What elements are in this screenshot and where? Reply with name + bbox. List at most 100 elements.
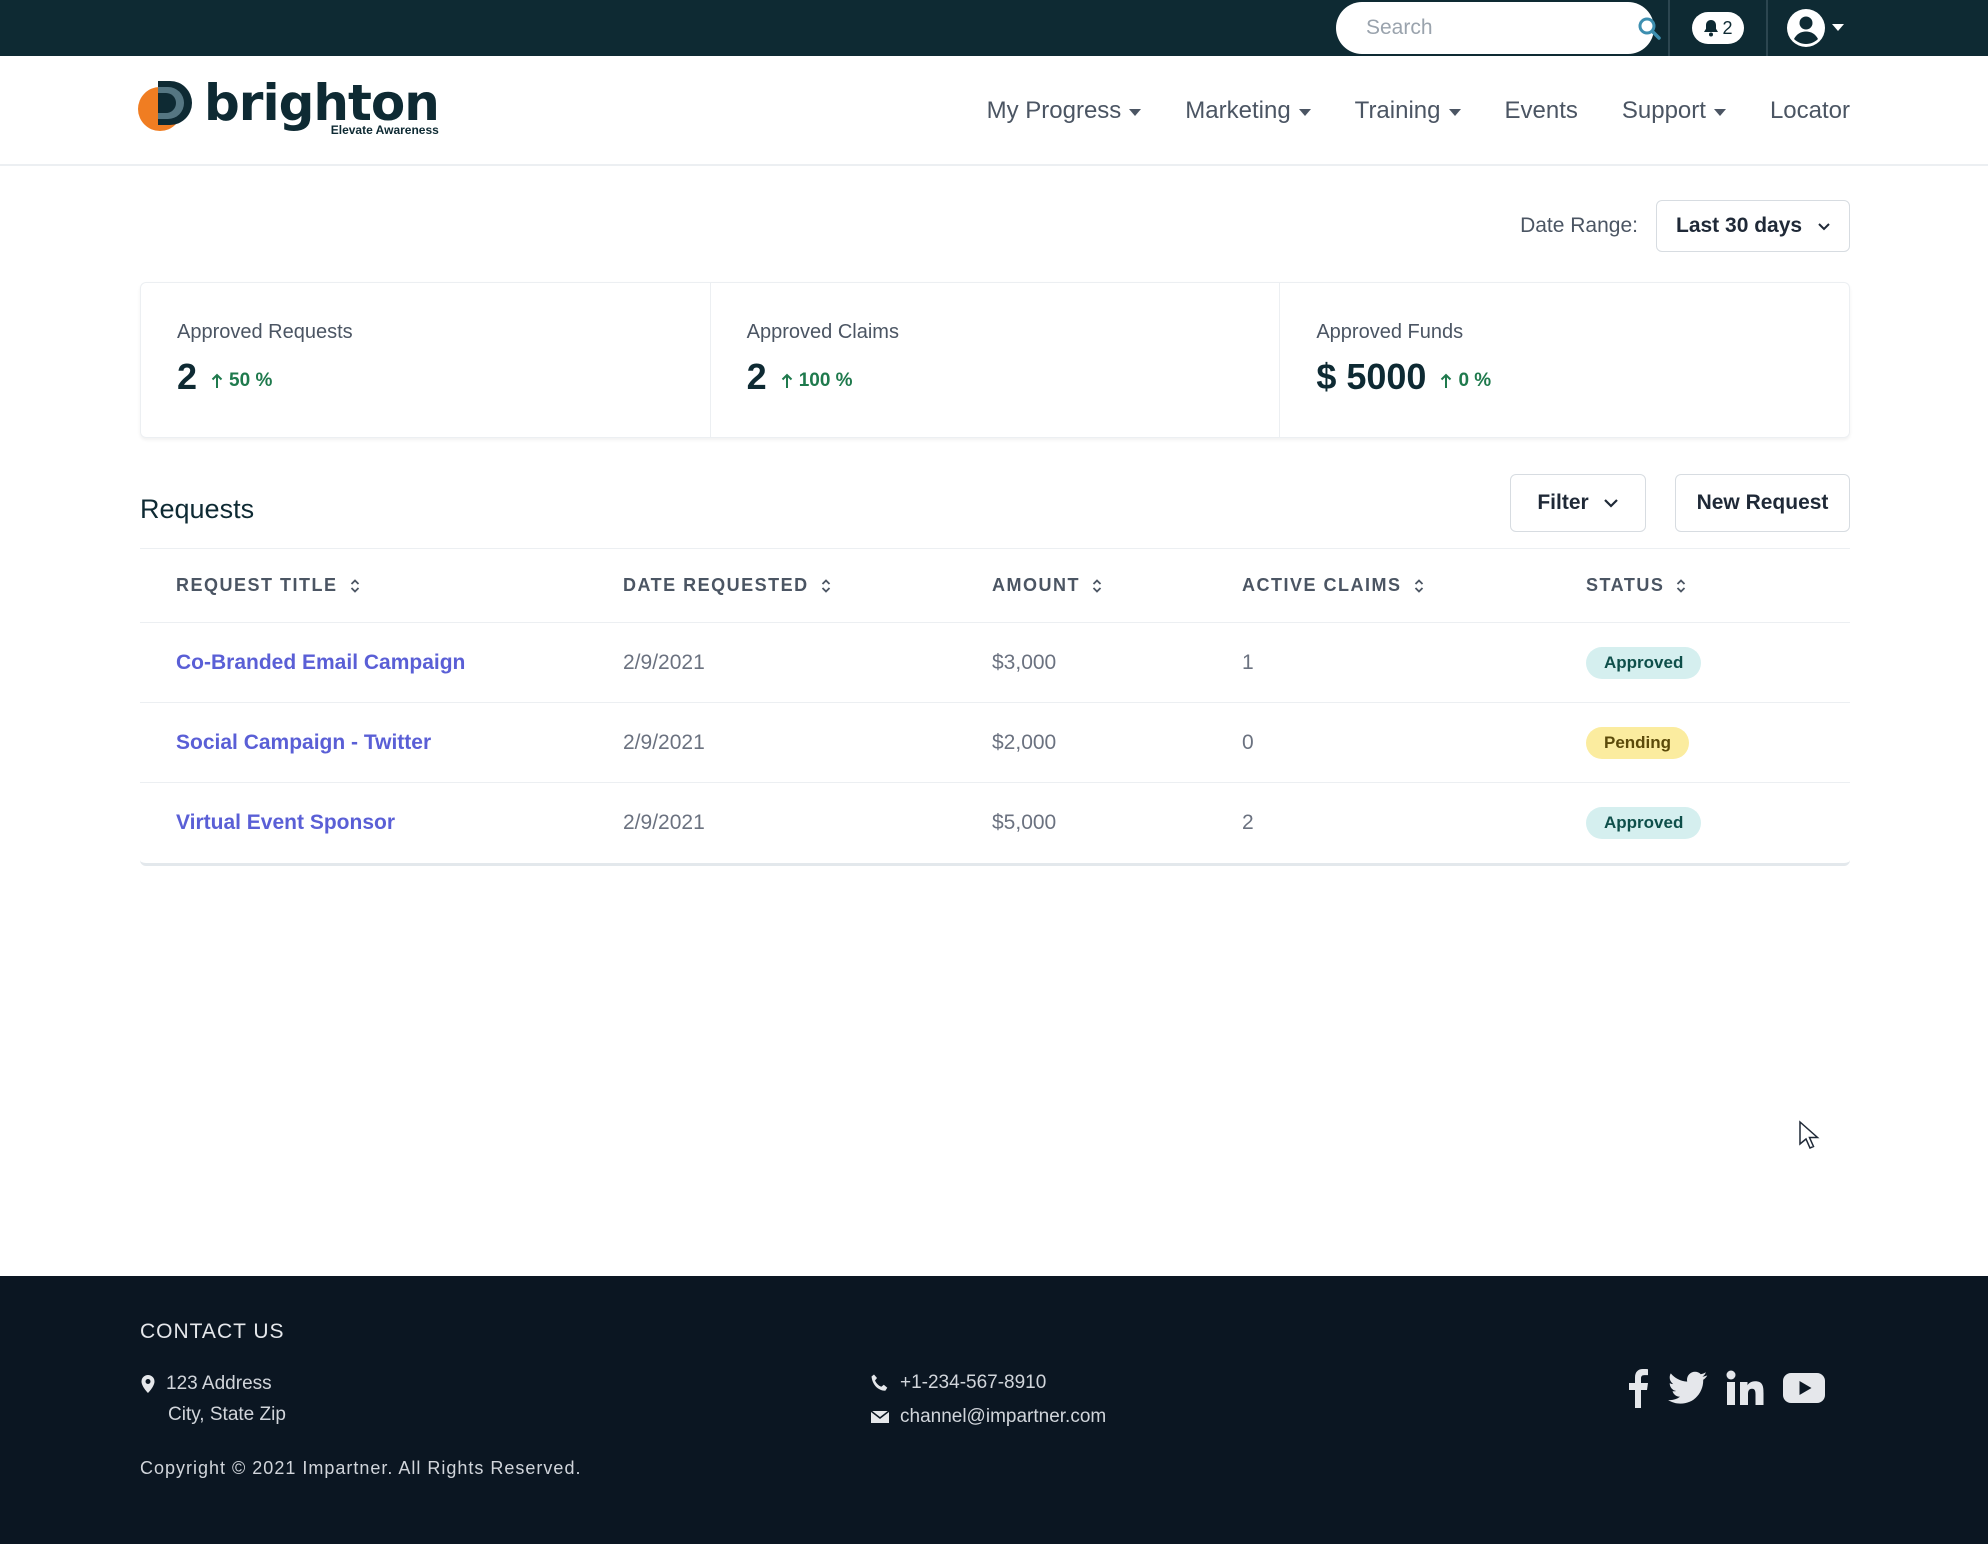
address-line2: City, State Zip: [168, 1404, 286, 1425]
linkedin-icon[interactable]: [1726, 1370, 1764, 1406]
table-row: Social Campaign - Twitter 2/9/2021 $2,00…: [140, 703, 1850, 783]
stat-label: Approved Funds: [1316, 321, 1464, 343]
stats-panel: Approved Requests 2 50 % Approved Claims…: [140, 282, 1850, 438]
nav-my-progress[interactable]: My Progress: [987, 97, 1142, 125]
date-requested: 2/9/2021: [623, 650, 705, 674]
caret-down-icon: [1448, 108, 1461, 116]
status-badge: Approved: [1586, 807, 1702, 839]
nav-label: Training: [1354, 97, 1441, 124]
envelope-icon: [870, 1410, 890, 1423]
address-line1: 123 Address: [166, 1373, 272, 1394]
brighton-logo-mark: [138, 81, 192, 131]
topbar-divider: [1766, 0, 1768, 56]
requests-table: REQUEST TITLE DATE REQUESTED AMOUNT ACTI…: [140, 548, 1850, 866]
stat-label: Approved Claims: [746, 321, 899, 343]
youtube-icon[interactable]: [1782, 1372, 1826, 1404]
nav-locator[interactable]: Locator: [1770, 97, 1850, 125]
caret-down-icon: [1129, 108, 1142, 116]
caret-down-icon: [1298, 108, 1311, 116]
column-label: REQUEST TITLE: [176, 575, 338, 595]
nav-label: Support: [1621, 97, 1706, 124]
logo-wordmark: brighton Elevate Awareness: [204, 74, 440, 137]
stat-change: 0 %: [1440, 370, 1491, 392]
new-request-label: New Request: [1696, 491, 1829, 514]
stat-label: Approved Requests: [177, 321, 353, 343]
active-claims: 2: [1242, 811, 1254, 834]
stat-value: 2: [177, 356, 198, 397]
filter-button[interactable]: Filter: [1510, 474, 1646, 532]
copyright: Copyright © 2021 Impartner. All Rights R…: [140, 1458, 582, 1478]
stat-approved-claims: Approved Claims 2 100 %: [711, 283, 1281, 437]
twitter-icon[interactable]: [1668, 1371, 1708, 1405]
address-block: 123 Address City, State Zip: [140, 1368, 286, 1430]
amount: $3,000: [992, 650, 1057, 674]
stat-change-value: 100 %: [798, 370, 853, 391]
amount: $2,000: [992, 730, 1057, 754]
chevron-down-icon: [1832, 24, 1844, 31]
column-request-title[interactable]: REQUEST TITLE: [140, 575, 623, 596]
request-title-link[interactable]: Social Campaign - Twitter: [176, 731, 431, 754]
status-badge: Approved: [1586, 646, 1702, 679]
search-box[interactable]: [1336, 2, 1661, 54]
user-menu[interactable]: [1786, 8, 1844, 48]
request-title-link[interactable]: Co-Branded Email Campaign: [176, 651, 465, 674]
nav-label: Locator: [1769, 97, 1850, 124]
table-row: Co-Branded Email Campaign 2/9/2021 $3,00…: [140, 623, 1850, 703]
site-header: brighton Elevate Awareness My Progress M…: [0, 56, 1988, 166]
column-active-claims[interactable]: ACTIVE CLAIMS: [1242, 575, 1586, 596]
notifications-button[interactable]: 2: [1692, 12, 1744, 44]
chevron-down-icon: [1818, 222, 1830, 230]
site-footer: CONTACT US 123 Address City, State Zip +…: [0, 1276, 1988, 1544]
caret-down-icon: [1713, 108, 1726, 116]
search-icon[interactable]: [1637, 15, 1661, 41]
bell-icon: [1704, 20, 1719, 37]
sort-icon: [1092, 578, 1102, 593]
notification-count: 2: [1722, 17, 1733, 38]
nav-label: Events: [1504, 97, 1578, 124]
stat-change-value: 0 %: [1458, 370, 1492, 391]
column-label: DATE REQUESTED: [623, 575, 809, 595]
table-row: Virtual Event Sponsor 2/9/2021 $5,000 2 …: [140, 783, 1850, 863]
active-claims: 0: [1242, 730, 1254, 754]
topbar-divider: [1668, 0, 1670, 56]
new-request-button[interactable]: New Request: [1675, 474, 1850, 532]
logo-tagline: Elevate Awareness: [330, 123, 439, 137]
date-range-label: Date Range:: [1520, 214, 1638, 237]
sort-icon: [350, 578, 359, 593]
contact-block: +1-234-567-8910 channel@impartner.com: [870, 1366, 1106, 1434]
stat-approved-requests: Approved Requests 2 50 %: [141, 283, 711, 437]
date-range-value: Last 30 days: [1676, 214, 1803, 237]
amount: $5,000: [992, 811, 1057, 834]
nav-training[interactable]: Training: [1355, 97, 1461, 125]
email-address[interactable]: channel@impartner.com: [900, 1400, 1106, 1434]
search-input[interactable]: [1366, 16, 1637, 40]
active-claims: 1: [1242, 650, 1254, 674]
phone-icon: [871, 1374, 888, 1391]
facebook-icon[interactable]: [1626, 1368, 1650, 1408]
column-date-requested[interactable]: DATE REQUESTED: [623, 575, 992, 596]
social-links: [1626, 1368, 1826, 1408]
stat-value: $ 5000: [1316, 356, 1427, 397]
user-avatar-icon: [1787, 9, 1825, 47]
nav-marketing[interactable]: Marketing: [1185, 97, 1311, 125]
arrow-up-icon: [1441, 373, 1452, 388]
column-label: AMOUNT: [992, 575, 1080, 595]
mouse-cursor-icon: [1799, 1120, 1820, 1149]
date-range-select[interactable]: Last 30 days: [1656, 200, 1850, 252]
stat-change: 50 %: [211, 370, 272, 392]
nav-events[interactable]: Events: [1505, 97, 1578, 125]
arrow-up-icon: [781, 373, 792, 388]
date-requested: 2/9/2021: [623, 730, 705, 754]
stat-value: 2: [746, 356, 767, 397]
nav-support[interactable]: Support: [1622, 97, 1726, 125]
logo-name: brighton: [204, 74, 440, 132]
phone-number[interactable]: +1-234-567-8910: [900, 1366, 1046, 1400]
status-badge: Pending: [1586, 726, 1690, 759]
column-status[interactable]: STATUS: [1586, 575, 1850, 596]
nav-label: Marketing: [1185, 97, 1291, 124]
stat-change: 100 %: [781, 370, 853, 392]
request-title-link[interactable]: Virtual Event Sponsor: [176, 811, 395, 834]
stat-change-value: 50 %: [229, 370, 273, 391]
brand-logo[interactable]: brighton Elevate Awareness: [138, 74, 440, 137]
column-amount[interactable]: AMOUNT: [992, 575, 1242, 596]
